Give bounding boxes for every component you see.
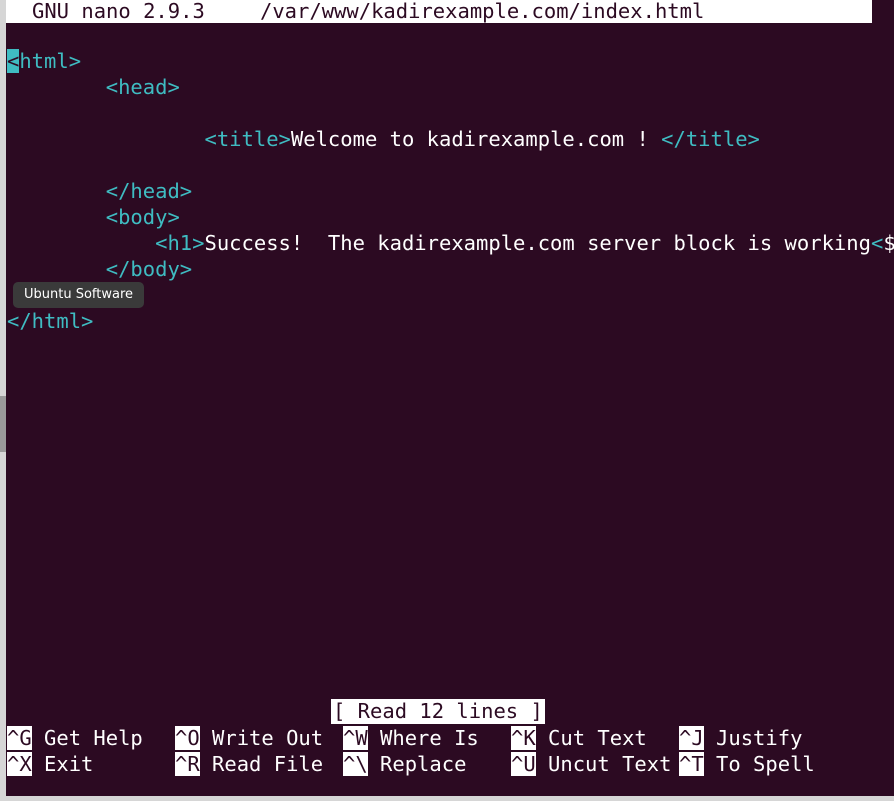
shortcut-get-help[interactable]: ^G Get Help [7,725,143,751]
shortcut-where-is[interactable]: ^W Where Is [343,725,479,751]
html-open-tag: html> [19,49,82,73]
ubuntu-software-tooltip: Ubuntu Software [13,282,145,308]
editor-line: <head> [7,74,180,100]
editor-line: </html> [7,308,93,334]
body-close-tag: </body> [105,257,193,281]
shortcut-label: Cut Text [535,726,647,750]
line-overflow-marker: $ [883,231,894,255]
bottom-window-edge [0,796,894,801]
shortcut-key: ^W [343,726,368,750]
shortcut-label: Justify [703,726,803,750]
shortcut-key: ^\ [343,752,368,776]
shortcut-key: ^U [511,752,536,776]
title-close-tag: </title> [661,127,760,151]
shortcut-label: Uncut Text [535,752,672,776]
status-message: [ Read 12 lines ] [331,699,545,724]
editor-line: </head> [7,178,192,204]
resize-handle[interactable] [0,396,6,452]
shortcut-label: Exit [31,752,94,776]
text-cursor: < [7,49,20,73]
shortcut-key: ^K [511,726,536,750]
shortcut-label: Replace [367,752,467,776]
editor-line: </body> [7,256,192,282]
shortcut-read-file[interactable]: ^R Read File [175,751,323,777]
shortcut-cut-text[interactable]: ^K Cut Text [511,725,647,751]
shortcut-label: To Spell [703,752,815,776]
shortcut-label: Read File [199,752,324,776]
editor-line: <html> [7,48,81,74]
app-version: GNU nano 2.9.3 [32,0,205,23]
title-open-tag: <title> [204,127,291,151]
h1-text: Success! The kadirexample.com server blo… [204,231,871,255]
shortcut-justify[interactable]: ^J Justify [679,725,802,751]
body-open-tag: <body> [105,205,180,229]
shortcut-to-spell[interactable]: ^T To Spell [679,751,815,777]
left-window-edge [0,0,6,801]
editor-line: <h1>Success! The kadirexample.com server… [7,230,894,256]
shortcut-write-out[interactable]: ^O Write Out [175,725,323,751]
editor-area[interactable]: <html> <head> <title>Welcome to kadirexa… [7,48,894,688]
shortcut-label: Where Is [367,726,479,750]
file-path: /var/www/kadirexample.com/index.html [260,0,705,23]
head-close-tag: </head> [105,179,193,203]
shortcut-key: ^R [175,752,200,776]
shortcut-uncut-text[interactable]: ^U Uncut Text [511,751,671,777]
truncated-tag: < [870,231,884,255]
editor-line: <title>Welcome to kadirexample.com ! </t… [7,126,760,152]
shortcut-exit[interactable]: ^X Exit [7,751,93,777]
h1-open-tag: <h1> [155,231,205,255]
shortcut-key: ^O [175,726,200,750]
shortcut-key: ^G [7,726,32,750]
shortcut-replace[interactable]: ^\ Replace [343,751,466,777]
nano-title-bar: GNU nano 2.9.3 /var/www/kadirexample.com… [6,0,872,23]
editor-line: <body> [7,204,180,230]
shortcut-key: ^J [679,726,704,750]
shortcut-label: Write Out [199,726,324,750]
shortcut-key: ^T [679,752,704,776]
head-open-tag: <head> [105,75,180,99]
title-text: Welcome to kadirexample.com ! [290,127,662,151]
html-close-tag: </html> [7,309,94,333]
shortcut-label: Get Help [31,726,143,750]
shortcut-key: ^X [7,752,32,776]
